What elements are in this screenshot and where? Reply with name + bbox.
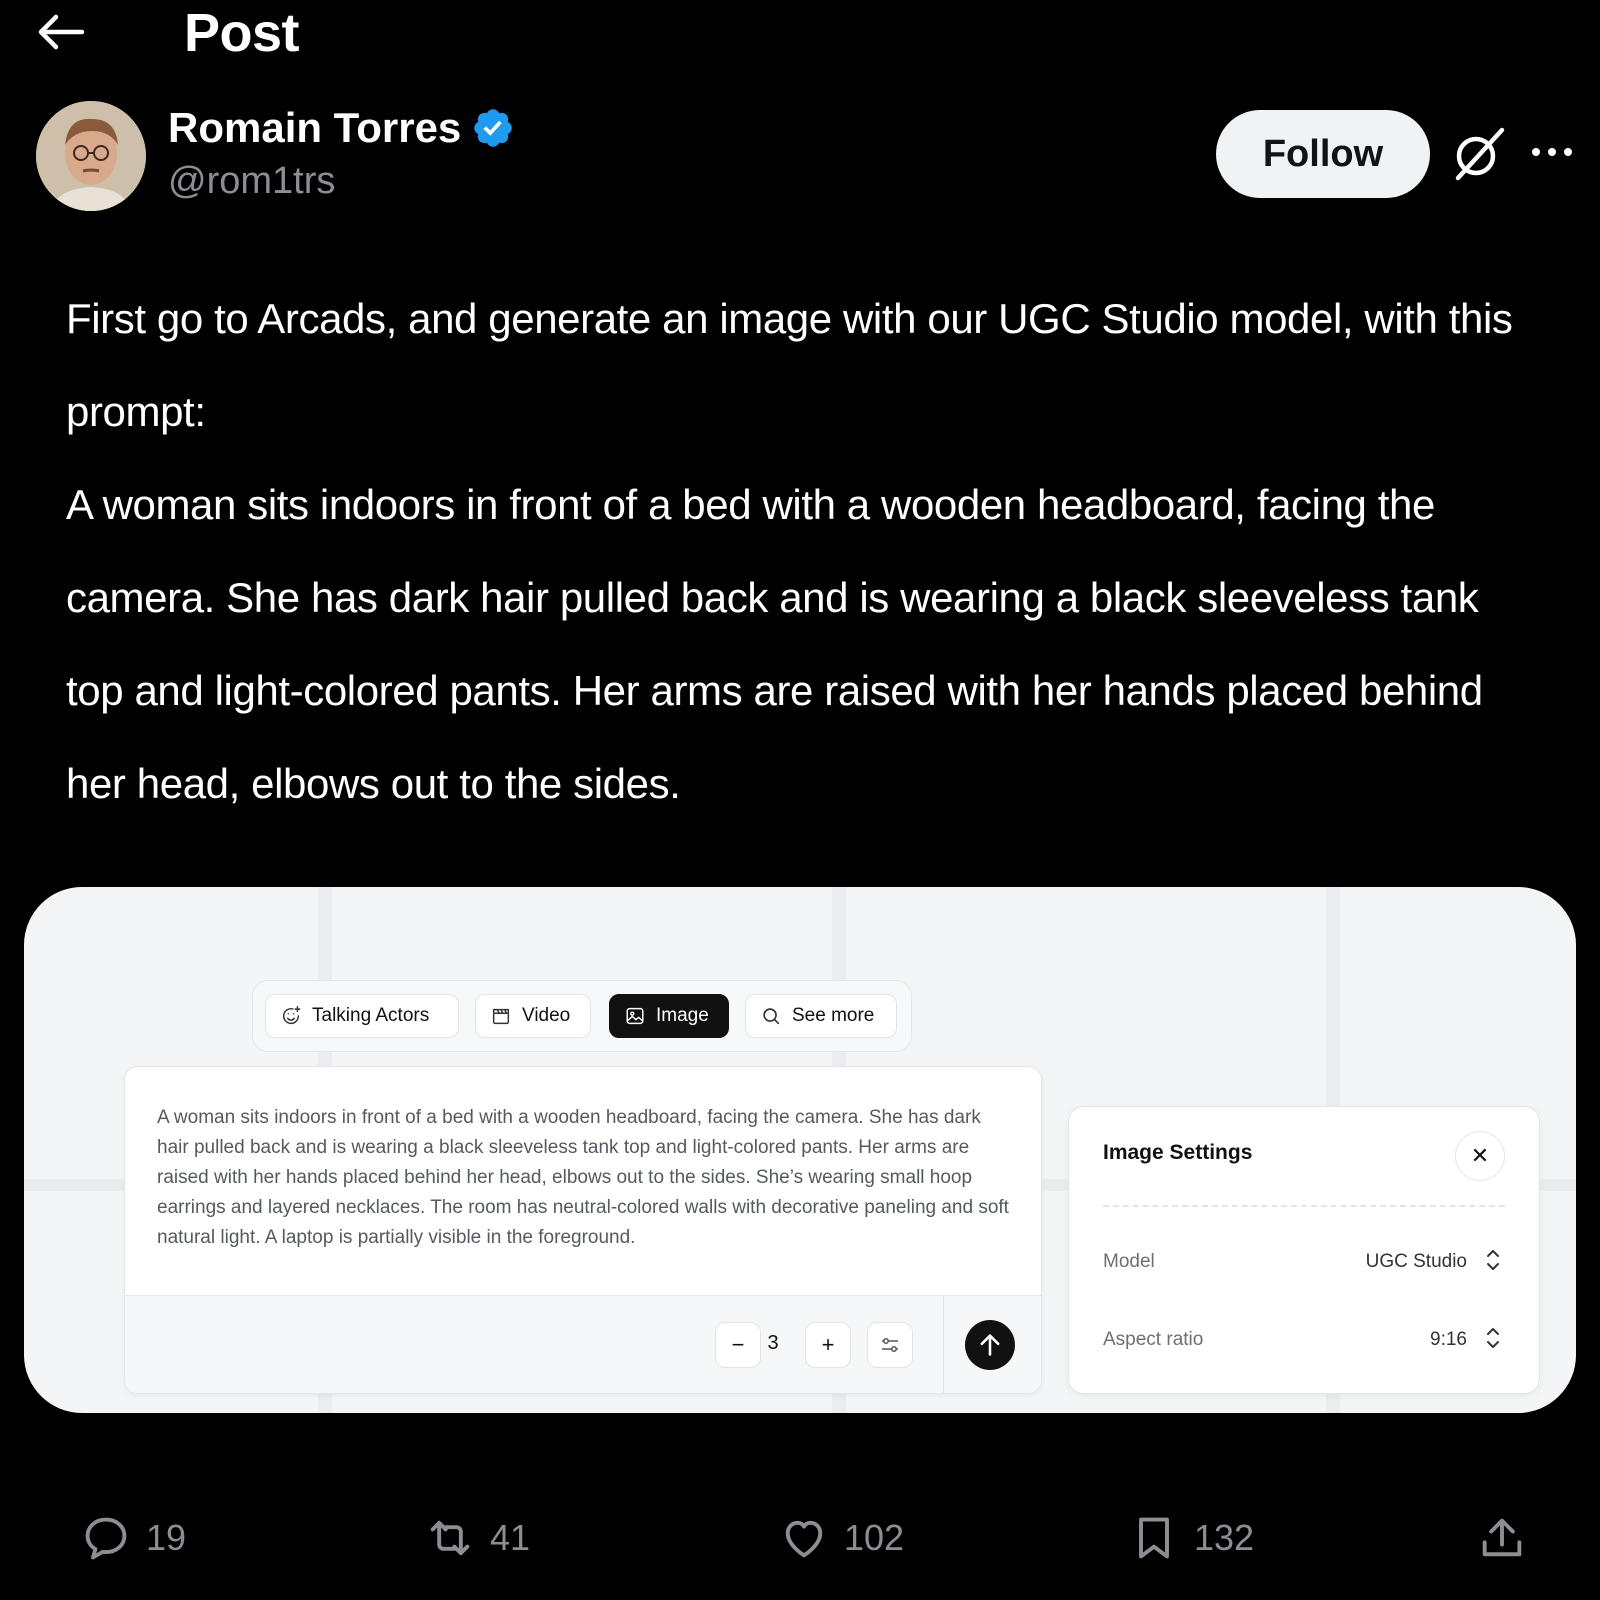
tab-see-more[interactable]: See more [745, 994, 897, 1038]
tab-label: Talking Actors [312, 1005, 430, 1026]
reply-count: 19 [146, 1517, 187, 1558]
repost-icon [430, 1520, 470, 1556]
prompt-footer: − 3 + [125, 1295, 1041, 1393]
avatar[interactable] [36, 101, 146, 211]
more-options-icon[interactable] [1530, 140, 1574, 164]
tab-talking-actors[interactable]: Talking Actors [265, 994, 459, 1038]
image-count: 3 [767, 1332, 779, 1354]
send-button[interactable] [965, 1320, 1015, 1370]
repost-count: 41 [490, 1517, 531, 1558]
tab-label: See more [792, 1005, 875, 1026]
prompt-box[interactable]: A woman sits indoors in front of a bed w… [124, 1066, 1042, 1394]
back-arrow-icon[interactable] [36, 12, 86, 52]
search-icon [763, 1008, 780, 1025]
post-paragraph: First go to Arcads, and generate an imag… [66, 295, 1513, 435]
arrow-up-icon [980, 1334, 1000, 1356]
tab-video[interactable]: Video [475, 994, 591, 1038]
verified-badge-icon [474, 109, 513, 147]
post-text: First go to Arcads, and generate an imag… [66, 272, 1546, 830]
follow-button[interactable]: Follow [1216, 110, 1430, 198]
heart-icon [785, 1520, 823, 1558]
mode-tabs: Talking Actors Video Image See more [252, 980, 912, 1052]
increment-button[interactable]: + [805, 1322, 851, 1368]
like-button[interactable]: 102 [778, 1512, 904, 1564]
model-select[interactable]: UGC Studio [1366, 1251, 1467, 1273]
grok-icon[interactable] [1450, 126, 1506, 182]
bookmark-icon [1139, 1517, 1169, 1559]
page-title: Post [184, 3, 300, 63]
bookmark-count: 132 [1194, 1517, 1255, 1558]
image-icon [626, 1007, 644, 1025]
like-count: 102 [844, 1517, 905, 1558]
author-handle[interactable]: @rom1trs [168, 160, 335, 203]
chevron-up-down-icon[interactable] [1485, 1325, 1501, 1351]
author-name-text[interactable]: Romain Torres [168, 104, 461, 152]
author-name[interactable]: Romain Torres [168, 104, 515, 152]
divider [1103, 1205, 1505, 1207]
aspect-ratio-label: Aspect ratio [1103, 1329, 1204, 1350]
smile-plus-icon [282, 1006, 301, 1025]
tab-image[interactable]: Image [609, 994, 729, 1038]
share-button[interactable] [1476, 1512, 1528, 1564]
clapperboard-icon [492, 1008, 510, 1025]
settings-sliders-button[interactable] [867, 1322, 913, 1368]
decrement-button[interactable]: − [715, 1322, 761, 1368]
reply-button[interactable]: 19 [80, 1512, 186, 1564]
divider [943, 1296, 944, 1393]
chevron-up-down-icon[interactable] [1485, 1247, 1501, 1273]
bookmark-button[interactable]: 132 [1128, 1512, 1254, 1564]
reply-icon [85, 1517, 127, 1560]
prompt-text[interactable]: A woman sits indoors in front of a bed w… [157, 1103, 1009, 1253]
model-label: Model [1103, 1251, 1155, 1272]
tab-label: Video [522, 1005, 571, 1026]
sliders-icon [882, 1338, 898, 1352]
close-button[interactable]: ✕ [1455, 1131, 1505, 1181]
settings-title: Image Settings [1103, 1141, 1253, 1164]
repost-button[interactable]: 41 [424, 1512, 530, 1564]
aspect-ratio-select[interactable]: 9:16 [1430, 1329, 1467, 1351]
share-icon [1482, 1518, 1522, 1557]
post-paragraph: A woman sits indoors in front of a bed w… [66, 481, 1483, 807]
image-settings-panel: Image Settings ✕ Model UGC Studio Aspect… [1068, 1106, 1540, 1394]
tab-label: Image [656, 1005, 709, 1026]
